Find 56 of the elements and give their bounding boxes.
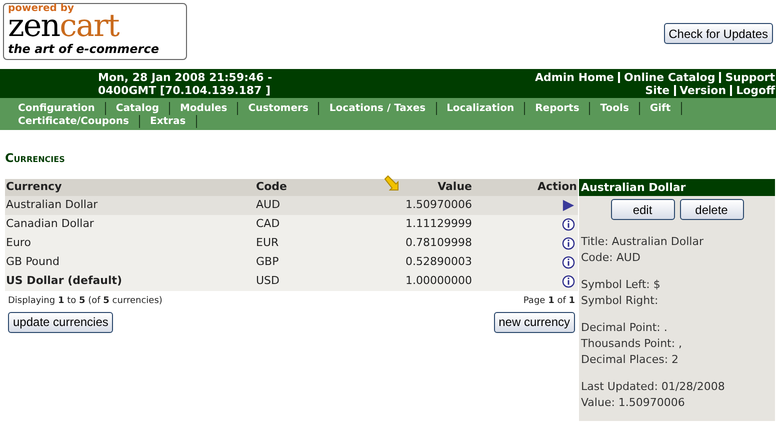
detail-text: Decimal Point: . — [581, 320, 668, 336]
info-icon[interactable] — [562, 218, 575, 231]
header-link[interactable]: Online Catalog — [618, 72, 716, 82]
column-header: Code — [255, 179, 288, 196]
table-cell-text: CAD — [255, 216, 281, 232]
table-cell-text: GB Pound — [5, 254, 60, 270]
detail-text: Thousands Point: , — [581, 336, 684, 352]
check-updates-button[interactable]: Check for Updates — [664, 23, 773, 44]
logo-slogan: the art of e-commerce — [8, 43, 160, 55]
header-link[interactable]: Site — [645, 84, 670, 96]
table-row[interactable]: Australian Dollar AUD 1.50970006 — [5, 196, 578, 215]
action-button[interactable]: new currency — [494, 312, 575, 332]
column-header: Action — [536, 179, 578, 196]
table-cell-text: USD — [255, 273, 281, 290]
pagination-summary: Displaying 1 to 5 (of 5 currencies) — [8, 295, 162, 308]
table-cell-text: 1.00000000 — [404, 273, 473, 290]
detail-text: Symbol Left: $ — [581, 277, 662, 293]
header-link[interactable]: Admin Home — [535, 72, 614, 82]
table-cell-text: 0.52890003 — [404, 254, 473, 270]
column-header: Currency — [5, 179, 63, 196]
table-cell-text: Australian Dollar — [5, 197, 99, 214]
detail-text: Value: 1.50970006 — [581, 395, 686, 411]
table-cell-text: Canadian Dollar — [5, 216, 95, 232]
table-cell-text: EUR — [255, 235, 280, 252]
page-title: Currencies — [5, 150, 66, 167]
date-time: Mon, 28 Jan 2008 21:59:46 - 0400GMT [70.104.139.187 ] — [98, 70, 272, 96]
table-row[interactable]: US Dollar (default) USD 1.00000000 — [5, 272, 578, 291]
column-header: Value — [436, 179, 473, 196]
detail-text: Code: AUD — [581, 250, 642, 266]
table-row[interactable]: GB Pound GBP 0.52890003 — [5, 253, 578, 272]
table-row[interactable]: Euro EUR 0.78109998 — [5, 234, 578, 253]
header-link[interactable]: Support — [719, 72, 775, 82]
info-icon[interactable] — [562, 256, 575, 269]
info-icon[interactable] — [562, 275, 575, 288]
header-link[interactable]: Version — [674, 84, 726, 96]
table-cell-text: 1.50970006 — [404, 197, 473, 214]
detail-text: Last Updated: 01/28/2008 — [581, 379, 726, 395]
table-cell-text: AUD — [255, 197, 282, 214]
action-button[interactable]: delete — [680, 199, 744, 220]
table-cell-text: Euro — [5, 235, 32, 252]
play-arrow-icon[interactable] — [562, 199, 575, 212]
header-link[interactable]: Logoff — [730, 84, 775, 96]
detail-text: Title: Australian Dollar — [581, 234, 704, 250]
detail-text: Decimal Places: 2 — [581, 352, 680, 368]
detail-text: Symbol Right: — [581, 293, 660, 309]
table-cell-text: US Dollar (default) — [5, 273, 124, 290]
page-indicator: Page 1 of 1 — [523, 295, 575, 308]
detail-header: Australian Dollar — [579, 179, 775, 196]
table-cell-text: 1.11129999 — [404, 216, 473, 232]
table-cell-text: 0.78109998 — [404, 235, 473, 252]
table-cell-text: GBP — [255, 254, 280, 270]
action-button[interactable]: update currencies — [8, 312, 114, 332]
table-row[interactable]: Canadian Dollar CAD 1.11129999 — [5, 215, 578, 234]
logo-tagline: powered by — [8, 4, 74, 14]
action-button[interactable]: edit — [610, 199, 674, 220]
info-icon[interactable] — [562, 237, 575, 250]
